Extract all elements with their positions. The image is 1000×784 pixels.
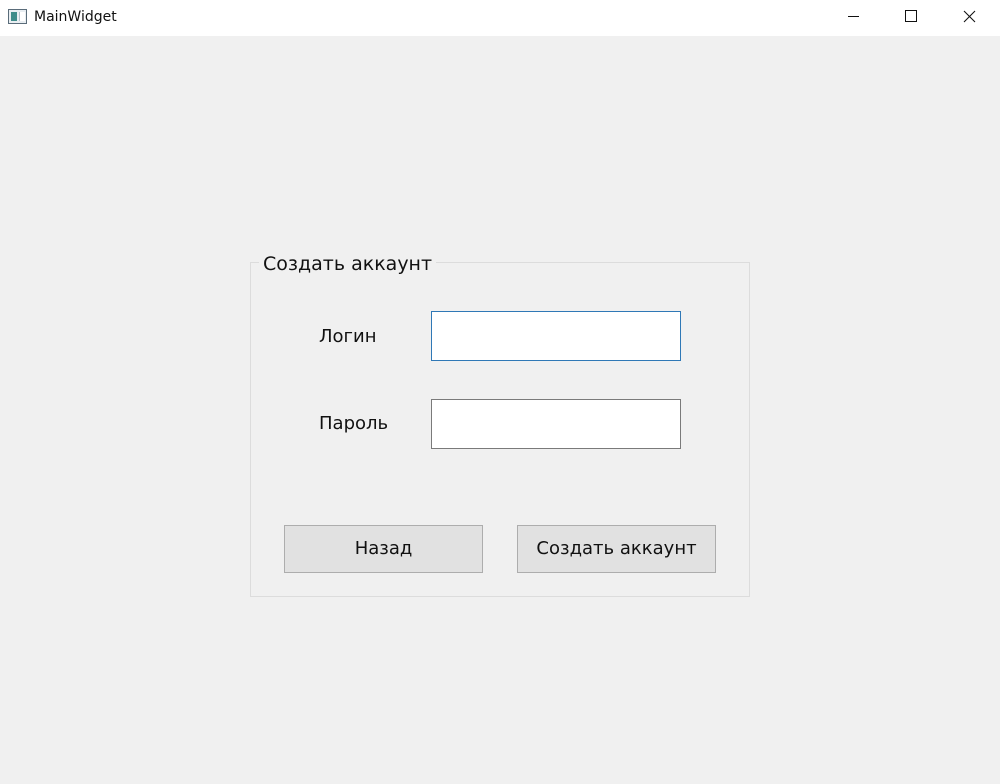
password-label: Пароль bbox=[319, 413, 389, 434]
close-button[interactable] bbox=[940, 0, 998, 36]
minimize-button[interactable] bbox=[824, 0, 882, 36]
app-window-icon bbox=[8, 9, 27, 24]
group-title: Создать аккаунт bbox=[259, 252, 437, 276]
back-button[interactable]: Назад bbox=[284, 525, 483, 573]
minimize-icon bbox=[848, 16, 859, 17]
login-input[interactable] bbox=[431, 311, 681, 361]
maximize-icon bbox=[905, 10, 917, 22]
create-account-button[interactable]: Создать аккаунт bbox=[517, 525, 716, 573]
title-bar: MainWidget bbox=[0, 0, 1000, 36]
maximize-button[interactable] bbox=[882, 0, 940, 36]
password-input[interactable] bbox=[431, 399, 681, 449]
window-title: MainWidget bbox=[34, 9, 117, 25]
login-label: Логин bbox=[319, 326, 377, 347]
close-icon bbox=[963, 10, 976, 23]
